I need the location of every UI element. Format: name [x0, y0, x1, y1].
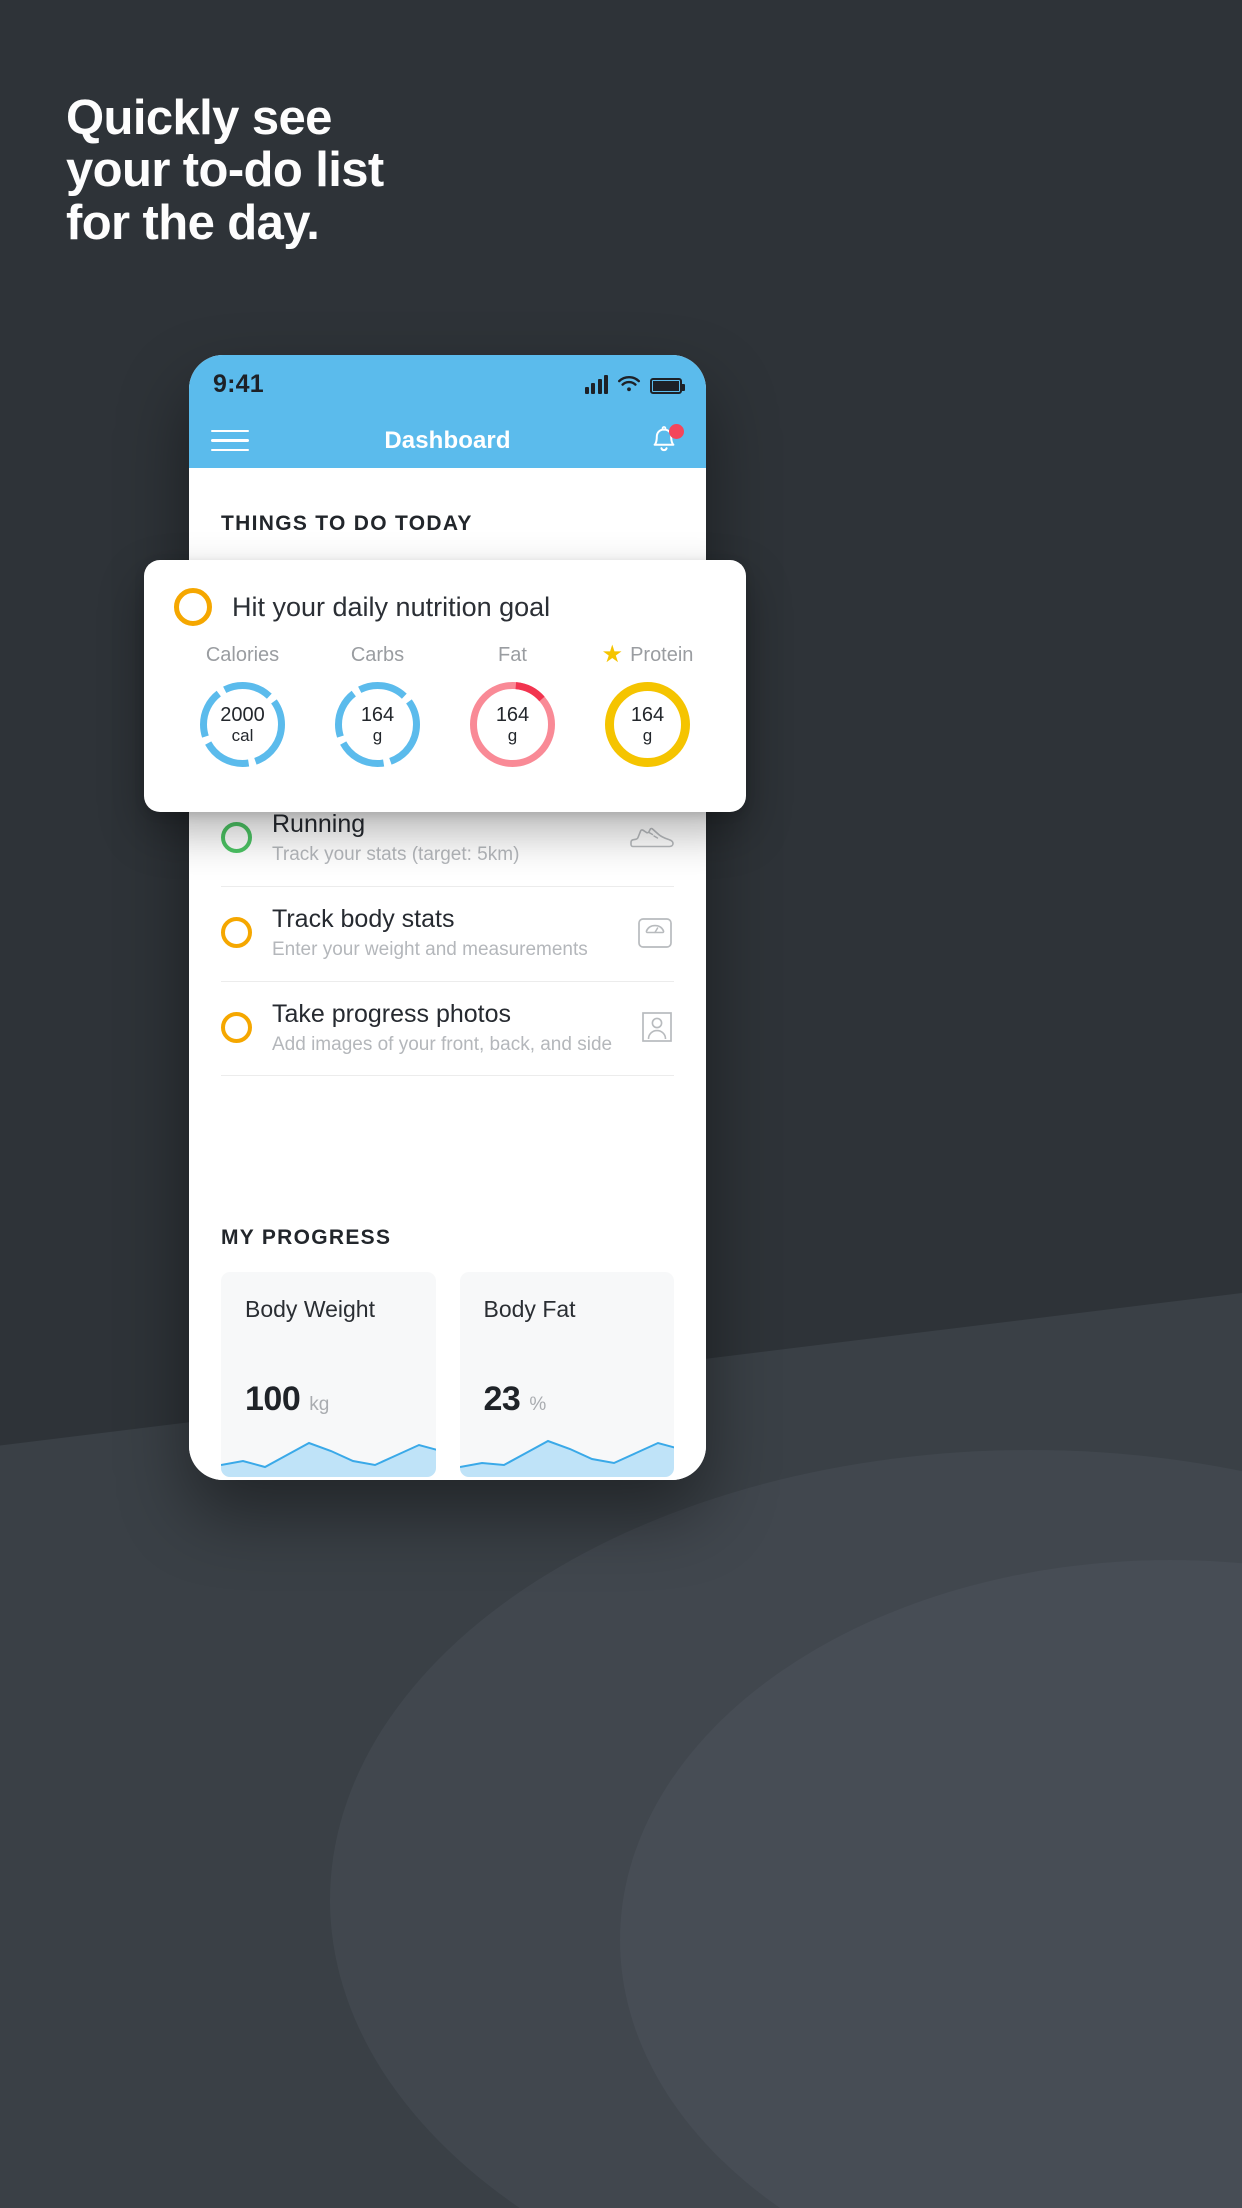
macro-value: 2000	[220, 703, 265, 726]
progress-card-unit: kg	[309, 1394, 330, 1416]
progress-card-number: 23	[483, 1380, 521, 1419]
macro-label-row: Carbs	[351, 642, 404, 668]
headline-line-3: for the day.	[66, 195, 320, 250]
macro-value: 164	[630, 703, 665, 726]
task-checkbox-ring[interactable]	[221, 1011, 252, 1043]
macro-donut-text: 164 g	[465, 677, 560, 772]
task-row-body-stats[interactable]: Track body stats Enter your weight and m…	[221, 887, 674, 982]
macro-donut-text: 164 g	[330, 677, 425, 772]
macro-donut-calories: 2000 cal	[195, 677, 290, 772]
hamburger-menu-icon[interactable]	[211, 429, 249, 452]
nutrition-goal-card[interactable]: Hit your daily nutrition goal Calories 2…	[144, 560, 746, 812]
progress-card-label: Body Fat	[483, 1296, 576, 1323]
macro-donut-fat: 164 g	[465, 677, 560, 772]
macro-donut-protein: 164 g	[600, 677, 695, 772]
macro-label-row: Fat	[498, 642, 527, 668]
task-subtitle: Enter your weight and measurements	[272, 938, 588, 960]
task-checkbox-ring[interactable]	[221, 917, 252, 949]
macro-label: Fat	[498, 643, 527, 666]
macro-label: Carbs	[350, 643, 405, 666]
body-fat-sparkline	[459, 1440, 674, 1478]
star-icon: ★	[601, 641, 624, 668]
weight-scale-icon	[628, 914, 674, 952]
macro-protein[interactable]: ★ Protein 164 g	[585, 642, 710, 772]
task-text: Take progress photos Add images of your …	[272, 999, 613, 1057]
task-title: Take progress photos	[272, 999, 512, 1028]
task-subtitle: Track your stats (target: 5km)	[272, 844, 520, 865]
task-row-progress-photos[interactable]: Take progress photos Add images of your …	[221, 982, 674, 1077]
progress-card-body-fat[interactable]: Body Fat 23 %	[459, 1272, 674, 1478]
notification-badge	[669, 423, 684, 439]
headline-line-2: your to-do list	[66, 143, 384, 198]
cellular-signal-icon	[584, 374, 608, 394]
macro-value: 164	[360, 703, 395, 726]
macro-unit: g	[507, 726, 518, 746]
my-progress-heading: MY PROGRESS	[221, 1226, 392, 1250]
macro-donut-text: 2000 cal	[195, 677, 290, 772]
battery-icon	[650, 377, 685, 394]
macro-unit: g	[642, 726, 653, 746]
macro-ring-group: Calories 2000 cal Carbs 164 g Fat 164 g …	[174, 642, 716, 772]
things-to-do-heading: THINGS TO DO TODAY	[221, 512, 473, 535]
task-checkbox-ring[interactable]	[221, 822, 252, 854]
progress-card-value: 23 %	[484, 1380, 547, 1419]
phone-mockup: 9:41 Dashboard THINGS TO DO TODAY Runnin…	[189, 355, 706, 1480]
progress-card-label: Body Weight	[245, 1296, 375, 1323]
nutrition-checkbox-ring[interactable]	[174, 588, 212, 626]
macro-calories[interactable]: Calories 2000 cal	[180, 642, 305, 772]
progress-card-body-weight[interactable]: Body Weight 100 kg	[221, 1272, 436, 1478]
macro-unit: g	[372, 726, 383, 746]
macro-label: Protein	[630, 643, 694, 666]
task-subtitle: Add images of your front, back, and side	[272, 1033, 613, 1055]
macro-value: 164	[495, 703, 530, 726]
macro-label: Calories	[205, 643, 280, 666]
status-bar: 9:41	[189, 355, 706, 413]
macro-unit: cal	[231, 726, 254, 746]
nutrition-card-header: Hit your daily nutrition goal	[174, 588, 716, 626]
task-title: Running	[272, 810, 366, 838]
macro-fat[interactable]: Fat 164 g	[450, 642, 575, 772]
notification-bell-button[interactable]	[644, 421, 684, 461]
nutrition-card-title: Hit your daily nutrition goal	[232, 591, 551, 622]
macro-label-row: Calories	[206, 642, 279, 668]
page-title: Dashboard	[384, 426, 511, 454]
progress-card-number: 100	[245, 1380, 301, 1419]
progress-card-grid: Body Weight 100 kg Body Fat 23 %	[221, 1272, 674, 1480]
macro-donut-carbs: 164 g	[330, 677, 425, 772]
task-text: Track body stats Enter your weight and m…	[272, 904, 608, 962]
running-shoe-icon	[628, 823, 674, 853]
body-weight-sparkline	[221, 1442, 436, 1478]
task-title: Track body stats	[272, 904, 455, 933]
headline: Quickly see your to-do list for the day.	[66, 91, 384, 250]
progress-card-value: 100 kg	[245, 1380, 329, 1419]
app-bar: Dashboard	[189, 413, 706, 468]
headline-line-1: Quickly see	[66, 91, 332, 145]
status-icons	[584, 374, 685, 394]
macro-donut-text: 164 g	[600, 677, 695, 772]
macro-carbs[interactable]: Carbs 164 g	[315, 642, 440, 772]
screenshot-stage: Quickly see your to-do list for the day.…	[0, 0, 1242, 2208]
wifi-icon	[618, 375, 640, 391]
progress-photo-icon	[628, 1010, 674, 1044]
progress-card-unit: %	[529, 1394, 547, 1416]
task-list: Running Track your stats (target: 5km) T…	[221, 792, 674, 1077]
macro-label-row: ★ Protein	[602, 642, 694, 668]
status-time: 9:41	[213, 369, 264, 398]
task-text: Running Track your stats (target: 5km)	[272, 809, 608, 867]
